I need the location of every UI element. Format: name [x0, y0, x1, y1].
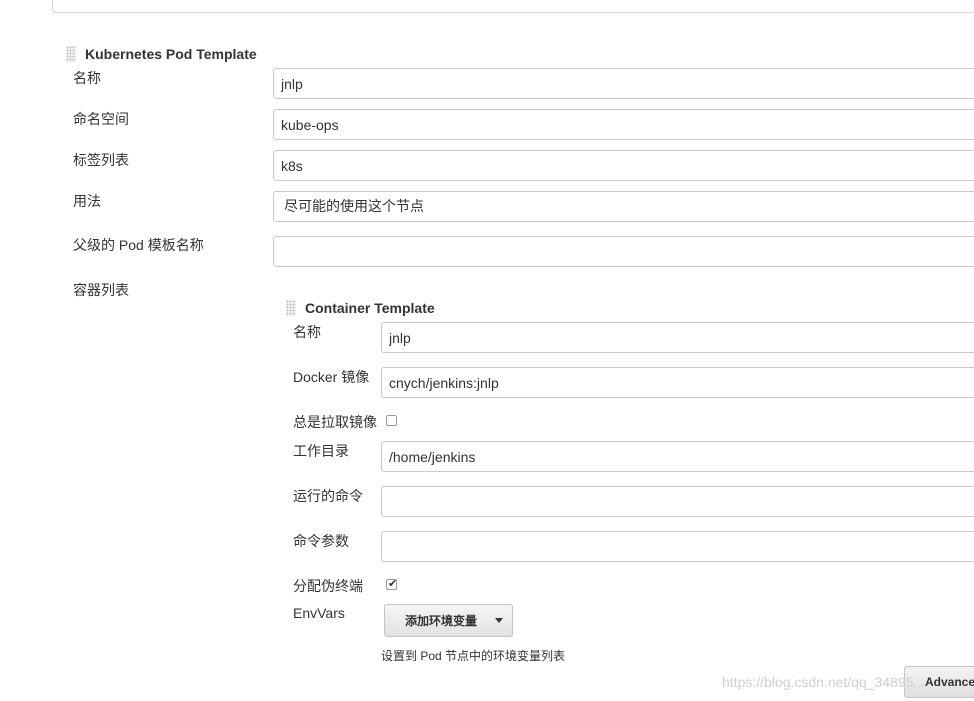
container-name-input[interactable]	[381, 322, 974, 353]
watermark-text: https://blog.csdn.net/qq_34895...	[722, 674, 926, 690]
args-label: 命令参数	[293, 533, 349, 549]
docker-image-label: Docker 镜像	[293, 369, 370, 385]
chevron-down-icon	[495, 618, 504, 623]
command-label: 运行的命令	[293, 488, 363, 504]
always-pull-checkbox[interactable]	[386, 415, 397, 426]
usage-select[interactable]: 尽可能的使用这个节点	[273, 191, 974, 222]
tty-label: 分配伪终端	[293, 578, 363, 594]
working-dir-input[interactable]	[381, 441, 974, 472]
container-drag-handle-icon[interactable]	[286, 300, 296, 316]
namespace-input[interactable]	[273, 109, 974, 140]
labels-input[interactable]	[273, 150, 974, 181]
args-input[interactable]	[381, 531, 974, 562]
envvars-label: EnvVars	[293, 605, 345, 621]
always-pull-label: 总是拉取镜像	[293, 414, 377, 430]
envvars-help-text: 设置到 Pod 节点中的环境变量列表	[381, 649, 566, 663]
drag-handle-icon[interactable]	[66, 46, 76, 62]
working-dir-label: 工作目录	[293, 443, 349, 459]
docker-image-input[interactable]	[381, 367, 974, 398]
container-name-label: 名称	[293, 324, 321, 340]
add-env-var-label: 添加环境变量	[405, 614, 478, 628]
command-input[interactable]	[381, 486, 974, 517]
containers-label: 容器列表	[73, 282, 129, 298]
usage-label: 用法	[73, 193, 101, 209]
container-template-title: Container Template	[305, 300, 435, 316]
previous-section-panel	[52, 0, 974, 13]
labels-label: 标签列表	[73, 152, 129, 168]
usage-selected-value: 尽可能的使用这个节点	[284, 198, 424, 214]
tty-checkbox[interactable]	[386, 577, 397, 590]
namespace-label: 命名空间	[73, 111, 129, 127]
pod-template-title: Kubernetes Pod Template	[85, 46, 257, 62]
parent-template-input[interactable]	[273, 236, 974, 267]
pod-name-input[interactable]	[273, 68, 974, 99]
add-env-var-button[interactable]: 添加环境变量	[384, 604, 513, 637]
parent-template-label: 父级的 Pod 模板名称	[73, 237, 204, 253]
pod-name-label: 名称	[73, 70, 101, 86]
